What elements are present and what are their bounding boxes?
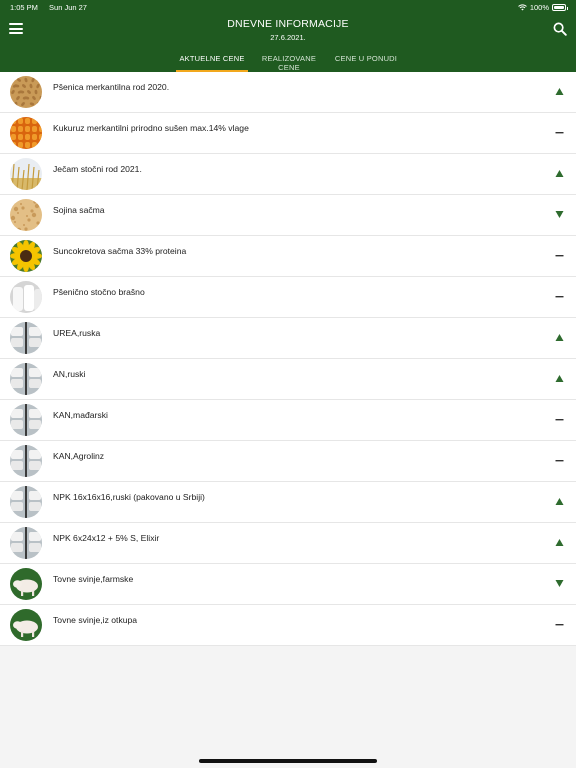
app-header: 1:05 PM Sun Jun 27 100% DNEVNE INFORMACI… [0,0,576,72]
trend-down-icon [555,210,564,219]
item-name: Kukuruz merkantilni prirodno sušen max.1… [53,123,249,133]
barley-field-thumbnail [10,158,42,190]
item-name: Pšenično stočno brašno [53,287,145,297]
soy-meal-thumbnail [10,199,42,231]
trend-up-icon [555,333,564,342]
tab-cene-u-ponudi[interactable]: CENE U PONUDI [331,54,401,72]
list-item[interactable]: NPK 16x16x16,ruski (pakovano u Srbiji) [0,482,576,523]
trend-up-icon [555,374,564,383]
pig-thumbnail [10,609,42,641]
item-name: KAN,mađarski [53,410,108,420]
list-item[interactable]: Pšenično stočno brašno [0,277,576,318]
trend-up-icon [555,169,564,178]
list-item[interactable]: AN,ruski [0,359,576,400]
list-item[interactable]: Pšenica merkantilna rod 2020. [0,72,576,113]
flour-sacks-thumbnail [10,281,42,313]
list-item[interactable]: KAN,Agrolinz [0,441,576,482]
page-title: DNEVNE INFORMACIJE [227,18,349,30]
home-indicator[interactable] [199,759,377,763]
item-name: KAN,Agrolinz [53,451,105,461]
tab-bar: AKTUELNE CENE REALIZOVANE CENE CENE U PO… [0,52,576,72]
status-time: 1:05 PM [10,3,38,12]
list-item[interactable]: UREA,ruska [0,318,576,359]
battery-icon [552,4,568,11]
trend-neutral-icon [555,292,564,301]
item-name: Tovne svinje,iz otkupa [53,615,138,625]
list-item[interactable]: KAN,mađarski [0,400,576,441]
fertilizer-sacks-thumbnail [10,445,42,477]
fertilizer-sacks-thumbnail [10,322,42,354]
list-item[interactable]: Kukuruz merkantilni prirodno sušen max.1… [0,113,576,154]
wifi-icon [517,4,527,11]
fertilizer-sacks-thumbnail [10,486,42,518]
battery-percent: 100% [529,3,549,12]
trend-neutral-icon [555,128,564,137]
trend-down-icon [555,579,564,588]
item-name: AN,ruski [53,369,86,379]
status-bar: 1:05 PM Sun Jun 27 100% [0,0,576,14]
wheat-grain-thumbnail [10,76,42,108]
fertilizer-sacks-thumbnail [10,527,42,559]
item-name: Sojina sačma [53,205,105,215]
item-name: Ječam stočni rod 2021. [53,164,142,174]
item-name: Suncokretova sačma 33% proteina [53,246,187,256]
trend-neutral-icon [555,415,564,424]
list-item[interactable]: Suncokretova sačma 33% proteina [0,236,576,277]
trend-up-icon [555,538,564,547]
fertilizer-sacks-thumbnail [10,404,42,436]
list-item[interactable]: Tovne svinje,farmske [0,564,576,605]
trend-neutral-icon [555,620,564,629]
search-icon[interactable] [553,22,567,36]
tab-aktuelne-cene[interactable]: AKTUELNE CENE [176,54,248,72]
trend-neutral-icon [555,251,564,260]
item-name: Pšenica merkantilna rod 2020. [53,82,170,92]
item-name: UREA,ruska [53,328,101,338]
pig-thumbnail [10,568,42,600]
page-date: 27.6.2021. [270,33,306,42]
item-name: NPK 16x16x16,ruski (pakovano u Srbiji) [53,492,205,502]
list-item[interactable]: Tovne svinje,iz otkupa [0,605,576,646]
sunflower-thumbnail [10,240,42,272]
item-name: Tovne svinje,farmske [53,574,134,584]
item-name: NPK 6x24x12 + 5% S, Elixir [53,533,160,543]
trend-up-icon [555,87,564,96]
corn-thumbnail [10,117,42,149]
list-item[interactable]: Sojina sačma [0,195,576,236]
trend-up-icon [555,497,564,506]
price-list: Pšenica merkantilna rod 2020. Kukuruz mer… [0,72,576,646]
list-item[interactable]: NPK 6x24x12 + 5% S, Elixir [0,523,576,564]
list-item[interactable]: Ječam stočni rod 2021. [0,154,576,195]
tab-realizovane-cene[interactable]: REALIZOVANE CENE [251,54,327,72]
status-date: Sun Jun 27 [49,3,87,12]
trend-neutral-icon [555,456,564,465]
fertilizer-sacks-thumbnail [10,363,42,395]
